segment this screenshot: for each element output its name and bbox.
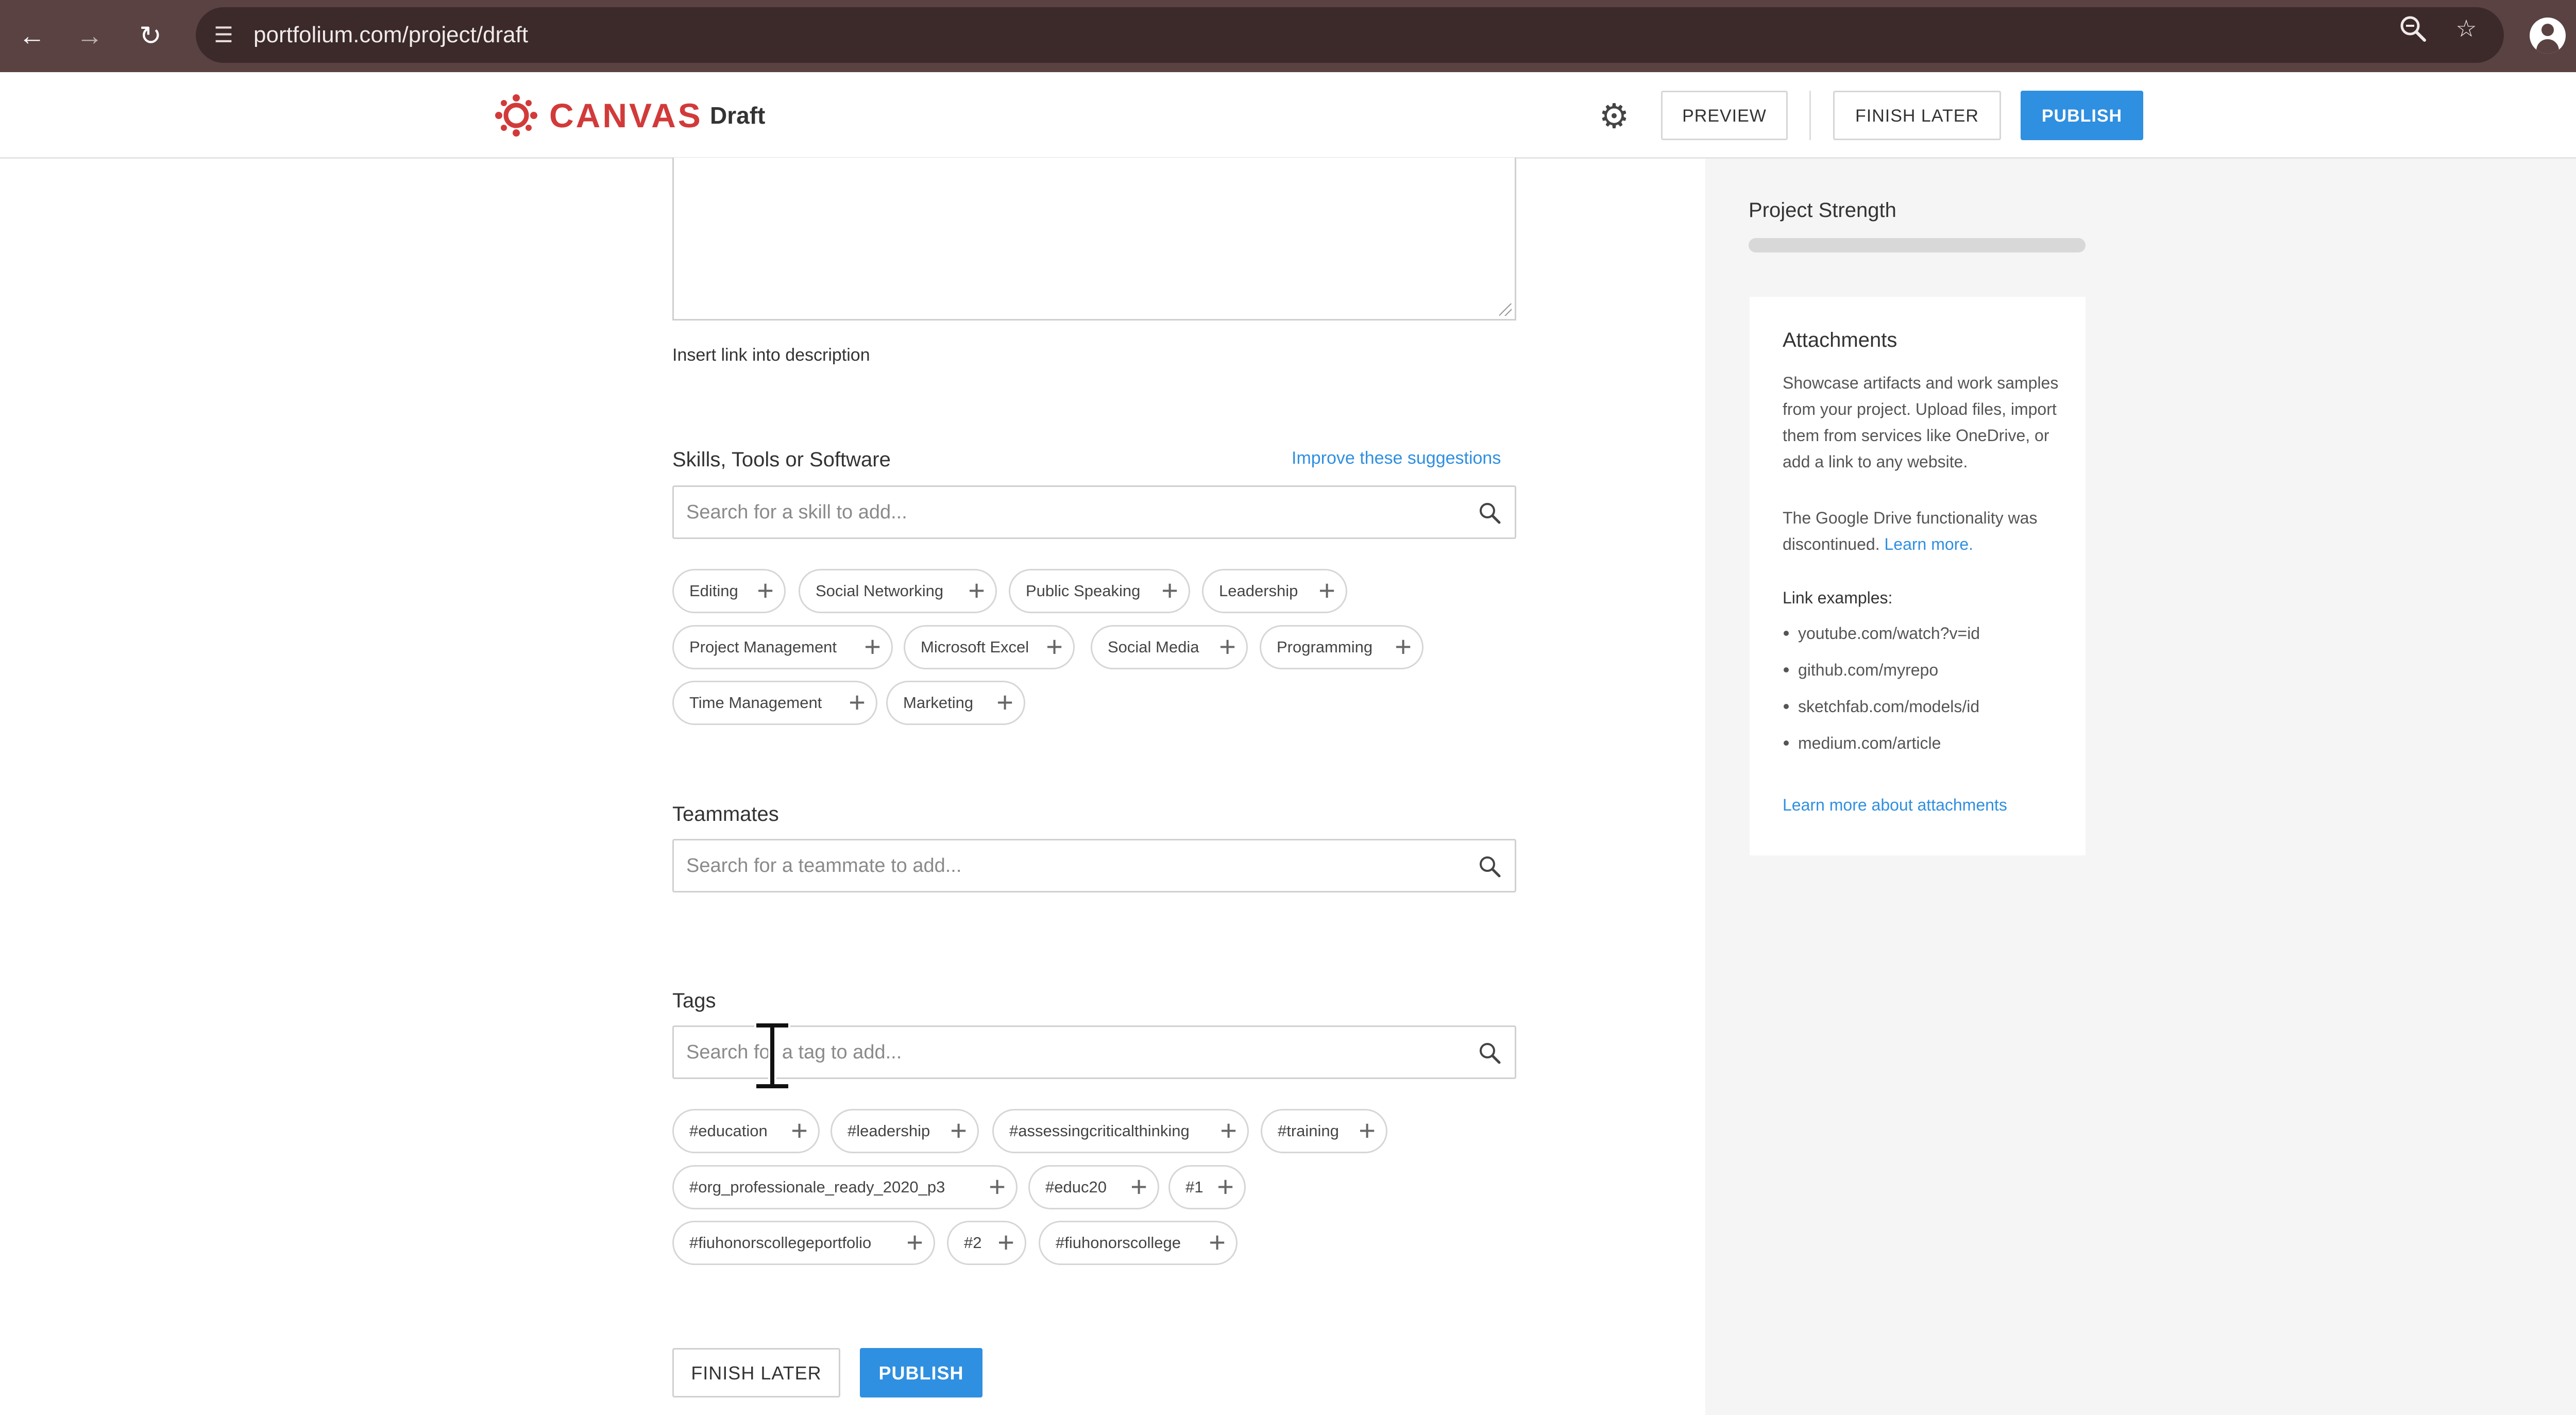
search-icon[interactable] bbox=[1478, 854, 1501, 878]
gear-icon[interactable]: ⚙ bbox=[1596, 98, 1632, 134]
logo-text: CANVAS bbox=[549, 96, 703, 134]
skill-chip[interactable]: Social Media + bbox=[1091, 625, 1248, 669]
zoom-icon[interactable] bbox=[2395, 10, 2431, 46]
search-icon[interactable] bbox=[1478, 1041, 1501, 1065]
insert-link-button[interactable]: Insert link into description bbox=[672, 345, 870, 365]
add-icon[interactable]: + bbox=[996, 682, 1013, 723]
add-icon[interactable]: + bbox=[1395, 627, 1412, 668]
link-examples-label: Link examples: bbox=[1783, 588, 1893, 607]
tag-chip[interactable]: #1 + bbox=[1168, 1165, 1246, 1209]
tag-chip[interactable]: #leadership + bbox=[831, 1109, 979, 1153]
skills-label: Skills, Tools or Software bbox=[672, 448, 891, 471]
canvas-logo-icon[interactable] bbox=[494, 93, 539, 138]
add-icon[interactable]: + bbox=[989, 1167, 1006, 1208]
publish-button[interactable]: PUBLISH bbox=[2021, 91, 2143, 140]
text-cursor-icon bbox=[754, 1022, 790, 1089]
tag-chip[interactable]: #org_professionale_ready_2020_p3 + bbox=[672, 1165, 1018, 1209]
description-textarea[interactable] bbox=[672, 158, 1516, 321]
add-icon[interactable]: + bbox=[1209, 1222, 1226, 1264]
add-icon[interactable]: + bbox=[1161, 570, 1178, 612]
improve-suggestions-link[interactable]: Improve these suggestions bbox=[1292, 448, 1501, 468]
project-strength-bar bbox=[1749, 238, 2086, 252]
skill-search-box[interactable] bbox=[672, 485, 1516, 539]
tags-label: Tags bbox=[672, 989, 716, 1012]
tag-chip[interactable]: #assessingcriticalthinking + bbox=[992, 1109, 1249, 1153]
add-icon[interactable]: + bbox=[997, 1222, 1014, 1264]
skill-chip[interactable]: Social Networking + bbox=[799, 569, 997, 613]
tag-search-box[interactable] bbox=[672, 1025, 1516, 1079]
profile-icon[interactable] bbox=[2530, 18, 2566, 54]
skill-chip[interactable]: Project Management + bbox=[672, 625, 893, 669]
link-examples-list: youtube.com/watch?v=id github.com/myrepo… bbox=[1783, 620, 2071, 767]
finish-later-button[interactable]: FINISH LATER bbox=[1833, 91, 2001, 140]
learn-more-link[interactable]: Learn more. bbox=[1884, 535, 1973, 553]
tag-chip[interactable]: #training + bbox=[1261, 1109, 1387, 1153]
list-item: youtube.com/watch?v=id bbox=[1783, 620, 2071, 657]
add-icon[interactable]: + bbox=[849, 682, 866, 723]
skill-chip[interactable]: Public Speaking + bbox=[1009, 569, 1190, 613]
skill-chip[interactable]: Marketing + bbox=[886, 681, 1025, 725]
resize-handle[interactable] bbox=[1499, 304, 1512, 316]
back-icon[interactable]: ← bbox=[11, 15, 53, 57]
site-settings-icon[interactable]: ☰ bbox=[207, 19, 240, 52]
tag-chip[interactable]: #educ20 + bbox=[1028, 1165, 1159, 1209]
tag-chip[interactable]: #education + bbox=[672, 1109, 820, 1153]
add-icon[interactable]: + bbox=[757, 570, 774, 612]
learn-more-attachments-link[interactable]: Learn more about attachments bbox=[1783, 796, 2007, 815]
publish-bottom-button[interactable]: PUBLISH bbox=[860, 1348, 982, 1397]
app-header: CANVAS Draft ⚙ PREVIEW FINISH LATER PUBL… bbox=[0, 72, 2576, 159]
project-strength-label: Project Strength bbox=[1749, 199, 1896, 222]
attachments-description: Showcase artifacts and work samples from… bbox=[1783, 374, 2059, 471]
forward-icon[interactable]: → bbox=[69, 15, 110, 57]
tag-chip[interactable]: #fiuhonorscollegeportfolio + bbox=[672, 1221, 935, 1265]
add-icon[interactable]: + bbox=[791, 1110, 808, 1152]
skill-chip[interactable]: Editing + bbox=[672, 569, 786, 613]
skill-chip[interactable]: Time Management + bbox=[672, 681, 877, 725]
list-item: github.com/myrepo bbox=[1783, 657, 2071, 694]
skill-chip[interactable]: Leadership + bbox=[1202, 569, 1347, 613]
skill-chip[interactable]: Microsoft Excel + bbox=[904, 625, 1075, 669]
attachments-title: Attachments bbox=[1783, 329, 1897, 351]
add-icon[interactable]: + bbox=[1219, 627, 1236, 668]
attachments-card: Attachments Showcase artifacts and work … bbox=[1750, 297, 2086, 855]
finish-later-bottom-button[interactable]: FINISH LATER bbox=[672, 1348, 840, 1397]
skill-search-input[interactable] bbox=[686, 487, 1459, 537]
preview-button[interactable]: PREVIEW bbox=[1661, 91, 1788, 140]
url-text[interactable]: portfolium.com/project/draft bbox=[253, 7, 528, 63]
add-icon[interactable]: + bbox=[906, 1222, 923, 1264]
page-title: Draft bbox=[710, 102, 766, 129]
tag-search-input[interactable] bbox=[686, 1027, 1459, 1077]
add-icon[interactable]: + bbox=[1046, 627, 1063, 668]
list-item: sketchfab.com/models/id bbox=[1783, 694, 2071, 730]
add-icon[interactable]: + bbox=[1130, 1167, 1147, 1208]
add-icon[interactable]: + bbox=[1318, 570, 1335, 612]
add-icon[interactable]: + bbox=[1217, 1167, 1234, 1208]
teammate-search-box[interactable] bbox=[672, 839, 1516, 892]
tag-chip[interactable]: #2 + bbox=[947, 1221, 1026, 1265]
teammate-search-input[interactable] bbox=[686, 840, 1459, 891]
skill-chip[interactable]: Programming + bbox=[1260, 625, 1423, 669]
add-icon[interactable]: + bbox=[950, 1110, 967, 1152]
browser-toolbar: ← → ↻ ☰ portfolium.com/project/draft ☆ ⋮ bbox=[0, 0, 2576, 72]
address-bar[interactable]: ☰ portfolium.com/project/draft bbox=[196, 7, 2504, 63]
teammates-label: Teammates bbox=[672, 803, 779, 826]
add-icon[interactable]: + bbox=[864, 627, 881, 668]
header-divider bbox=[1809, 91, 1811, 140]
tag-chip[interactable]: #fiuhonorscollege + bbox=[1039, 1221, 1238, 1265]
search-icon[interactable] bbox=[1478, 501, 1501, 525]
add-icon[interactable]: + bbox=[968, 570, 985, 612]
list-item: medium.com/article bbox=[1783, 730, 2071, 767]
add-icon[interactable]: + bbox=[1220, 1110, 1237, 1152]
google-drive-notice: The Google Drive functionality was disco… bbox=[1783, 509, 2038, 553]
add-icon[interactable]: + bbox=[1359, 1110, 1376, 1152]
reload-icon[interactable]: ↻ bbox=[130, 15, 171, 57]
bookmark-star-icon[interactable]: ☆ bbox=[2448, 10, 2484, 46]
